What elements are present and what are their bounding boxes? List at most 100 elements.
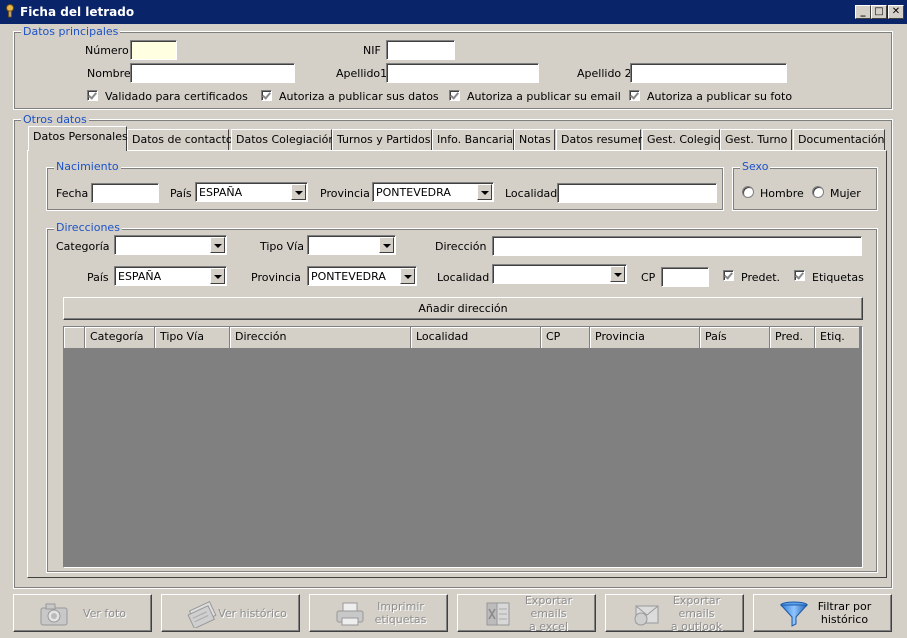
chevron-down-icon[interactable]	[400, 268, 415, 284]
validado-checkbox[interactable]	[87, 90, 98, 101]
close-button[interactable]: ✕	[888, 5, 904, 19]
exportar-outlook-label: Exportar emails a outlook	[670, 593, 723, 633]
nacimiento-legend: Nacimiento	[54, 160, 121, 173]
tipo-via-select[interactable]	[307, 235, 396, 255]
tab-label: Datos resumen	[561, 133, 645, 146]
etiquetas-label: Etiquetas	[812, 271, 864, 284]
tab-label: Notas	[519, 133, 551, 146]
tab-documentacion[interactable]: Documentación	[793, 129, 885, 150]
nacimiento-provincia-select[interactable]: PONTEVEDRA	[372, 182, 494, 202]
column-header-categoria[interactable]: Categoría	[85, 327, 155, 349]
maximize-button[interactable]: □	[871, 5, 887, 19]
nacimiento-pais-select[interactable]: ESPAÑA	[195, 182, 308, 202]
predet-label: Predet.	[741, 271, 781, 284]
addresses-grid[interactable]: Categoría Tipo Vía Dirección Localidad C…	[63, 326, 863, 568]
publicar-email-checkbox[interactable]	[449, 90, 460, 101]
filtrar-historico-button[interactable]: Filtrar por histórico	[753, 594, 892, 632]
publicar-foto-checkbox[interactable]	[629, 90, 640, 101]
tab-datos-colegiacion[interactable]: Datos Colegiación	[231, 129, 336, 150]
exportar-outlook-button[interactable]: Exportar emails a outlook	[605, 593, 744, 633]
predet-checkbox[interactable]	[723, 270, 734, 281]
fecha-field[interactable]	[91, 183, 159, 203]
column-header-etiq[interactable]: Etiq.	[815, 327, 860, 349]
column-header-direccion[interactable]: Dirección	[230, 327, 411, 349]
tab-label: Gest. Turno	[725, 133, 788, 146]
ver-foto-button[interactable]: Ver foto	[13, 594, 152, 632]
sexo-legend: Sexo	[740, 160, 771, 173]
tab-info-bancaria[interactable]: Info. Bancaria	[432, 129, 514, 150]
publicar-foto-label: Autoriza a publicar su foto	[647, 90, 793, 103]
chevron-down-icon[interactable]	[291, 184, 306, 200]
grid-header: Categoría Tipo Vía Dirección Localidad C…	[64, 327, 860, 349]
tab-label: Info. Bancaria	[437, 133, 513, 146]
exportar-excel-button[interactable]: Exportar emails a excel	[457, 593, 596, 633]
column-header-cp[interactable]: CP	[541, 327, 590, 349]
apellido1-label: Apellido1	[336, 67, 388, 80]
close-icon: ✕	[891, 6, 901, 17]
grid-row-selector-header	[64, 327, 85, 349]
chevron-down-icon[interactable]	[379, 237, 394, 253]
direcciones-legend: Direcciones	[54, 221, 122, 234]
app-icon	[6, 4, 14, 18]
direcciones-localidad-label: Localidad	[437, 271, 490, 284]
apellido2-label: Apellido 2	[577, 67, 632, 80]
chevron-down-icon[interactable]	[210, 237, 225, 253]
chevron-down-icon[interactable]	[610, 266, 625, 282]
categoria-label: Categoría	[56, 240, 110, 253]
add-address-button[interactable]: Añadir dirección	[63, 297, 863, 320]
column-header-provincia[interactable]: Provincia	[590, 327, 700, 349]
ver-historico-button[interactable]: Ver histórico	[161, 594, 300, 632]
direcciones-localidad-select[interactable]	[492, 264, 627, 284]
tab-turnos-partidos[interactable]: Turnos y Partidos	[332, 129, 432, 150]
maximize-icon: □	[874, 6, 884, 17]
direccion-label: Dirección	[435, 240, 487, 253]
categoria-select[interactable]	[114, 235, 227, 255]
nif-field[interactable]	[386, 40, 455, 60]
exportar-excel-label: Exportar emails a excel	[524, 593, 573, 633]
apellido2-field[interactable]	[630, 63, 787, 83]
direcciones-pais-select[interactable]: ESPAÑA	[114, 266, 227, 286]
tab-datos-personales[interactable]: Datos Personales	[28, 126, 128, 151]
tab-datos-resumen[interactable]: Datos resumen	[556, 129, 645, 150]
select-value: PONTEVEDRA	[311, 270, 386, 283]
column-header-tipo-via[interactable]: Tipo Vía	[155, 327, 230, 349]
select-value: ESPAÑA	[118, 270, 162, 283]
tab-label: Datos Colegiación	[236, 133, 336, 146]
column-header-localidad[interactable]: Localidad	[411, 327, 541, 349]
numero-field[interactable]	[130, 40, 177, 60]
direcciones-provincia-label: Provincia	[251, 271, 301, 284]
nacimiento-provincia-label: Provincia	[320, 187, 370, 200]
nacimiento-localidad-label: Localidad	[505, 187, 558, 200]
fecha-label: Fecha	[56, 187, 89, 200]
nombre-label: Nombre	[87, 67, 131, 80]
filtrar-historico-label: Filtrar por histórico	[817, 600, 872, 626]
tab-label: Gest. Colegio	[647, 133, 721, 146]
title-bar: Ficha del letrado _ □ ✕	[0, 0, 907, 24]
direcciones-pais-label: País	[87, 271, 109, 284]
nacimiento-localidad-field[interactable]	[557, 183, 717, 203]
hombre-radio[interactable]	[742, 186, 754, 198]
direcciones-provincia-select[interactable]: PONTEVEDRA	[307, 266, 417, 286]
tab-label: Documentación	[798, 133, 885, 146]
etiquetas-checkbox[interactable]	[794, 270, 805, 281]
column-header-pais[interactable]: País	[700, 327, 770, 349]
tab-gest-colegio[interactable]: Gest. Colegio	[642, 129, 720, 150]
mujer-label: Mujer	[830, 187, 861, 200]
mujer-radio[interactable]	[812, 186, 824, 198]
cp-field[interactable]	[661, 267, 709, 287]
nacimiento-pais-label: País	[170, 187, 192, 200]
imprimir-etiquetas-button[interactable]: Imprimir etiquetas	[309, 594, 448, 632]
tab-datos-contacto[interactable]: Datos de contacto	[127, 129, 233, 150]
chevron-down-icon[interactable]	[210, 268, 225, 284]
tab-gest-turno[interactable]: Gest. Turno	[720, 129, 792, 150]
chevron-down-icon[interactable]	[477, 184, 492, 200]
select-value: ESPAÑA	[199, 186, 243, 199]
column-header-pred[interactable]: Pred.	[770, 327, 815, 349]
minimize-button[interactable]: _	[855, 5, 871, 19]
direccion-field[interactable]	[492, 236, 862, 256]
publicar-email-label: Autoriza a publicar su email	[467, 90, 621, 103]
tab-notas[interactable]: Notas	[514, 129, 555, 150]
publicar-datos-checkbox[interactable]	[261, 90, 272, 101]
apellido1-field[interactable]	[386, 63, 539, 83]
nombre-field[interactable]	[130, 63, 295, 83]
